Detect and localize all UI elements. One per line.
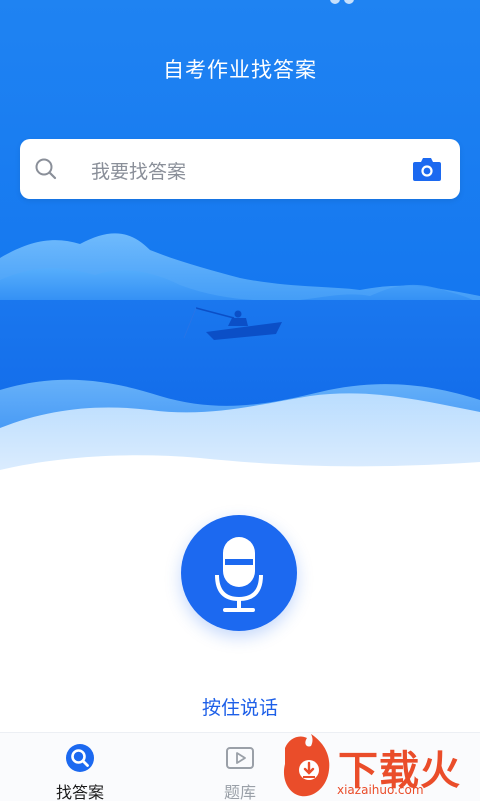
search-input[interactable]: 我要找答案	[91, 157, 186, 184]
camera-icon[interactable]	[412, 156, 442, 182]
page-title: 自考作业找答案	[163, 58, 317, 82]
status-icon	[344, 0, 354, 4]
watermark-domain: xiazaihuo.com	[337, 783, 424, 797]
hero-banner: 自考作业找答案	[0, 0, 480, 480]
search-icon	[35, 158, 57, 180]
tab-label: 题库	[223, 783, 256, 802]
video-play-icon	[226, 747, 254, 769]
voice-hint-label: 按住说话	[201, 697, 278, 719]
microphone-icon	[215, 537, 263, 612]
search-circle-icon	[66, 744, 94, 772]
status-bar	[0, 0, 480, 14]
tab-find-answer[interactable]: 找答案	[35, 733, 125, 802]
tab-question-bank[interactable]: 题库	[195, 733, 285, 802]
status-icon	[330, 0, 340, 4]
search-bar[interactable]: 我要找答案	[20, 139, 460, 199]
tab-label: 找答案	[55, 783, 104, 802]
voice-input-button[interactable]	[181, 515, 297, 631]
